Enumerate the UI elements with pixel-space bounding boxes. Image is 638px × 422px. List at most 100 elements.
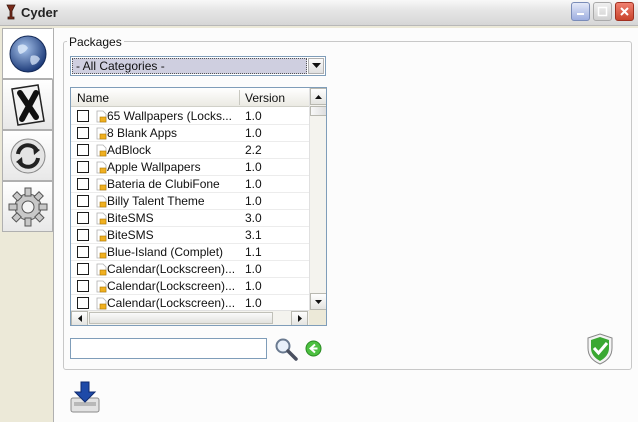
package-name: Bateria de ClubiFone xyxy=(107,177,220,191)
title-bar: Cyder xyxy=(0,0,638,26)
row-checkbox[interactable] xyxy=(77,161,89,173)
dropdown-arrow-button[interactable] xyxy=(308,58,324,74)
package-icon xyxy=(96,178,107,191)
scroll-down-button[interactable] xyxy=(310,293,326,310)
package-name: 65 Wallpapers (Locks... xyxy=(107,109,232,123)
table-row[interactable]: BiteSMS 3.1 xyxy=(71,227,309,244)
row-checkbox[interactable] xyxy=(77,280,89,292)
package-name: Blue-Island (Complet) xyxy=(107,245,224,259)
packages-list[interactable]: Name Version 65 Wallpapers (Locks... 1.0 8… xyxy=(70,87,327,326)
package-name: 8 Blank Apps xyxy=(107,126,178,140)
category-dropdown[interactable]: - All Categories - xyxy=(70,56,326,76)
row-checkbox[interactable] xyxy=(77,229,89,241)
package-version: 1.0 xyxy=(245,296,262,310)
wine-glass-icon xyxy=(6,4,16,20)
tab-browse[interactable] xyxy=(2,28,53,79)
package-name: Billy Talent Theme xyxy=(107,194,205,208)
package-name: BiteSMS xyxy=(107,211,154,225)
horizontal-scrollbar[interactable] xyxy=(71,310,309,325)
tab-cydia[interactable] xyxy=(2,79,53,130)
close-icon xyxy=(620,7,629,16)
package-icon xyxy=(96,246,107,259)
minimize-icon xyxy=(577,13,584,15)
package-icon xyxy=(96,280,107,293)
package-icon xyxy=(96,127,107,140)
scroll-left-button[interactable] xyxy=(71,311,88,325)
package-version: 1.0 xyxy=(245,279,262,293)
row-checkbox[interactable] xyxy=(77,144,89,156)
list-header: Name Version xyxy=(71,88,309,107)
download-tray-icon[interactable] xyxy=(69,380,101,414)
package-icon xyxy=(96,144,107,157)
row-checkbox[interactable] xyxy=(77,110,89,122)
chevron-up-icon xyxy=(315,94,322,99)
globe-icon xyxy=(9,35,46,72)
search-icon[interactable] xyxy=(274,337,298,361)
table-row[interactable]: BiteSMS 3.0 xyxy=(71,210,309,227)
row-checkbox[interactable] xyxy=(77,263,89,275)
category-selected-value: - All Categories - xyxy=(72,58,307,74)
package-name: BiteSMS xyxy=(107,228,154,242)
row-checkbox[interactable] xyxy=(77,178,89,190)
table-row[interactable]: Blue-Island (Complet) 1.1 xyxy=(71,244,309,261)
row-checkbox[interactable] xyxy=(77,212,89,224)
row-checkbox[interactable] xyxy=(77,195,89,207)
table-row[interactable]: 8 Blank Apps 1.0 xyxy=(71,125,309,142)
package-version: 1.1 xyxy=(245,245,262,259)
package-name: Calendar(Lockscreen)... xyxy=(107,279,236,293)
packages-group-label: Packages xyxy=(67,35,124,49)
package-name: AdBlock xyxy=(107,143,152,157)
package-version: 1.0 xyxy=(245,109,262,123)
maximize-icon xyxy=(597,6,608,17)
scroll-up-button[interactable] xyxy=(310,88,326,105)
shield-check-icon[interactable] xyxy=(586,333,614,365)
package-icon xyxy=(96,263,107,276)
table-row[interactable]: Apple Wallpapers 1.0 xyxy=(71,159,309,176)
horizontal-scroll-thumb[interactable] xyxy=(89,312,273,324)
package-name: Apple Wallpapers xyxy=(107,160,201,174)
tab-settings[interactable] xyxy=(2,181,53,232)
sidebar xyxy=(2,28,53,422)
table-row[interactable]: Bateria de ClubiFone 1.0 xyxy=(71,176,309,193)
list-rows: 65 Wallpapers (Locks... 1.0 8 Blank Apps 1.… xyxy=(71,108,309,310)
back-arrow-icon[interactable] xyxy=(305,340,322,357)
x-logo-icon xyxy=(10,83,45,126)
column-divider[interactable] xyxy=(239,90,240,105)
vertical-scrollbar[interactable] xyxy=(309,88,326,310)
package-icon xyxy=(96,297,107,310)
minimize-button[interactable] xyxy=(571,2,590,21)
scroll-right-button[interactable] xyxy=(291,311,308,325)
close-button[interactable] xyxy=(615,2,634,21)
package-version: 1.0 xyxy=(245,177,262,191)
package-version: 3.0 xyxy=(245,211,262,225)
package-version: 1.0 xyxy=(245,262,262,276)
table-row[interactable]: Billy Talent Theme 1.0 xyxy=(71,193,309,210)
chevron-down-icon xyxy=(315,299,322,304)
package-icon xyxy=(96,161,107,174)
gear-icon xyxy=(8,187,47,226)
maximize-button[interactable] xyxy=(593,2,612,21)
table-row[interactable]: Calendar(Lockscreen)... 1.0 xyxy=(71,261,309,278)
package-icon xyxy=(96,212,107,225)
row-checkbox[interactable] xyxy=(77,127,89,139)
window-title: Cyder xyxy=(21,5,58,20)
package-version: 2.2 xyxy=(245,143,262,157)
table-row[interactable]: Calendar(Lockscreen)... 1.0 xyxy=(71,278,309,295)
search-input[interactable] xyxy=(70,338,267,359)
row-checkbox[interactable] xyxy=(77,246,89,258)
table-row[interactable]: Calendar(Lockscreen)... 1.0 xyxy=(71,295,309,310)
package-icon xyxy=(96,195,107,208)
tab-refresh[interactable] xyxy=(2,130,53,181)
vertical-scroll-thumb[interactable] xyxy=(310,106,326,116)
table-row[interactable]: AdBlock 2.2 xyxy=(71,142,309,159)
column-header-name[interactable]: Name xyxy=(77,91,109,105)
column-header-version[interactable]: Version xyxy=(245,91,285,105)
table-row[interactable]: 65 Wallpapers (Locks... 1.0 xyxy=(71,108,309,125)
refresh-icon xyxy=(10,138,45,173)
row-checkbox[interactable] xyxy=(77,297,89,309)
scrollbar-corner xyxy=(309,310,326,325)
main-panel: Packages - All Categories - Name Version… xyxy=(53,28,638,422)
package-name: Calendar(Lockscreen)... xyxy=(107,262,236,276)
package-version: 1.0 xyxy=(245,194,262,208)
chevron-down-icon xyxy=(311,63,321,68)
